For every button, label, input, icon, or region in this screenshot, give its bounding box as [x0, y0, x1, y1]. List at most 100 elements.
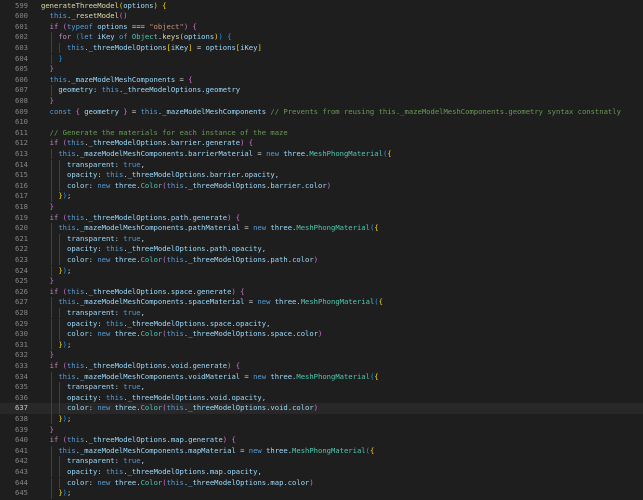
- line-number: 641: [15, 445, 28, 455]
- code-token: new: [97, 477, 111, 487]
- code-line[interactable]: 601 if (typeof options === "object") {: [0, 22, 643, 33]
- code-token: iKey: [170, 42, 189, 52]
- code-line[interactable]: 645});: [0, 488, 643, 499]
- code-line[interactable]: 639}: [0, 425, 643, 436]
- code-token: void: [170, 360, 189, 370]
- indent-guide: [50, 382, 52, 393]
- code-line[interactable]: 632}: [0, 350, 643, 361]
- line-number: 626: [15, 286, 28, 296]
- code-line[interactable]: 621 transparent: true,: [0, 233, 643, 245]
- indent-guide: [50, 371, 52, 383]
- code-token: this: [105, 170, 124, 180]
- code-token: three: [114, 180, 137, 190]
- code-line[interactable]: 604}: [0, 53, 643, 65]
- code-token: ,: [140, 159, 145, 169]
- code-line[interactable]: 624});: [0, 265, 643, 277]
- code-text: this._mazeModelMeshComponents.spaceMater…: [58, 297, 383, 308]
- code-token: _mazeModelMeshComponents: [79, 445, 184, 455]
- code-line[interactable]: 620 this._mazeModelMeshComponents.pathMat…: [0, 223, 643, 234]
- code-token: this: [166, 477, 184, 487]
- code-token: color: [67, 329, 89, 339]
- code-token: :: [114, 159, 124, 169]
- code-line[interactable]: 642 transparent: true,: [0, 456, 643, 467]
- code-line[interactable]: 628 transparent: true,: [0, 307, 643, 319]
- code-line[interactable]: 636 opacity: this._threeModelOptions.void…: [0, 392, 643, 404]
- code-line[interactable]: 616 color: new three.Color(this._threeMod…: [0, 180, 643, 192]
- code-line[interactable]: 644 color: new three.Color(this._threeMod…: [0, 477, 643, 489]
- code-line[interactable]: 629 opacity: this._threeModelOptions.spac…: [0, 318, 643, 330]
- line-number: 633: [15, 360, 28, 370]
- code-text: transparent: true,: [67, 234, 145, 245]
- code-line[interactable]: 637 color: new three.Color(this._threeMod…: [0, 403, 643, 414]
- line-number: 616: [15, 180, 28, 190]
- code-line[interactable]: 638});: [0, 413, 643, 425]
- code-line[interactable]: 635 transparent: true,: [0, 382, 643, 393]
- code-line[interactable]: 600 this._resetModel(): [0, 11, 643, 22]
- code-line[interactable]: 622 opacity: this._threeModelOptions.path…: [0, 244, 643, 255]
- code-line[interactable]: 599 generateThreeModel(options) {: [0, 1, 643, 12]
- code-line[interactable]: 614 transparent: true,: [0, 159, 643, 171]
- code-line[interactable]: 643 opacity: this._threeModelOptions.map.…: [0, 466, 643, 478]
- code-line[interactable]: 603 this._threeModelOptions[iKey] = optio…: [0, 42, 643, 54]
- code-line[interactable]: 633 if (this._threeModelOptions.void.gene…: [0, 361, 643, 372]
- code-token: this: [49, 74, 67, 84]
- code-line[interactable]: 640 if (this._threeModelOptions.map.gener…: [0, 435, 643, 446]
- code-token: generateThreeModel: [41, 0, 119, 10]
- code-line[interactable]: 618}: [0, 202, 643, 213]
- indent-guide: [50, 254, 52, 266]
- code-line[interactable]: 634 this._mazeModelMeshComponents.voidMat…: [0, 371, 643, 383]
- line-number: 636: [15, 392, 28, 402]
- code-token: ): [326, 180, 332, 190]
- code-line[interactable]: 625}: [0, 276, 643, 287]
- line-number: 610: [15, 117, 28, 127]
- code-line[interactable]: 610: [0, 117, 643, 128]
- code-text: color: new three.Color(this._threeModelO…: [67, 403, 318, 414]
- code-token: _mazeModelMeshComponents: [162, 106, 267, 116]
- code-token: this: [166, 180, 184, 190]
- indent-guide: [59, 403, 61, 414]
- code-line[interactable]: 623 color: new three.Color(this._threeMod…: [0, 254, 643, 266]
- line-number: 635: [15, 382, 28, 392]
- line-number: 609: [15, 106, 28, 116]
- code-line[interactable]: 613 this._mazeModelMeshComponents.barrier…: [0, 148, 643, 160]
- code-token: let: [79, 32, 93, 42]
- code-token: new: [97, 329, 111, 339]
- code-token: generate: [196, 286, 232, 296]
- code-editor[interactable]: 599 generateThreeModel(options) {600 this.…: [0, 0, 643, 500]
- code-line[interactable]: 612 if (this._threeModelOptions.barrier.g…: [0, 138, 643, 149]
- indent-guide: [50, 307, 52, 319]
- code-line[interactable]: 605}: [0, 64, 643, 75]
- indent-guide: [50, 244, 52, 255]
- code-line[interactable]: 615 opacity: this._threeModelOptions.barr…: [0, 170, 643, 181]
- code-line[interactable]: 606 this._mazeModelMeshComponents = {: [0, 75, 643, 86]
- code-token: this: [105, 244, 124, 254]
- code-token: }: [49, 276, 54, 286]
- code-line[interactable]: 630 color: new three.Color(this._threeMod…: [0, 329, 643, 340]
- code-token: this: [58, 297, 76, 307]
- code-line[interactable]: 611 // Generate the materials for each in…: [0, 128, 643, 139]
- code-token: transparent: [67, 382, 115, 392]
- code-line[interactable]: 607 geometry: this._threeModelOptions.geo…: [0, 85, 643, 96]
- indent-guide: [50, 488, 52, 499]
- code-token: three: [266, 445, 288, 455]
- code-token: ;: [67, 191, 72, 201]
- code-token: this: [105, 392, 124, 402]
- code-line[interactable]: 617});: [0, 191, 643, 202]
- code-token: _threeModelOptions: [188, 329, 267, 339]
- code-token: true: [123, 382, 141, 392]
- code-line[interactable]: 602 for (let iKey of Object.keys(options)…: [0, 32, 643, 43]
- code-line[interactable]: 641 this._mazeModelMeshComponents.mapMate…: [0, 445, 643, 457]
- line-number: 613: [15, 148, 28, 158]
- code-line[interactable]: 627 this._mazeModelMeshComponents.spaceMa…: [0, 297, 643, 308]
- code-text: if (this._threeModelOptions.void.generat…: [50, 361, 240, 372]
- code-line[interactable]: 631});: [0, 339, 643, 351]
- code-line[interactable]: 626 if (this._threeModelOptions.space.gen…: [0, 287, 643, 298]
- code-line[interactable]: 619 if (this._threeModelOptions.path.gene…: [0, 213, 643, 224]
- line-number: 601: [15, 21, 28, 31]
- code-text: const { geometry } = this._mazeModelMesh…: [50, 107, 621, 118]
- code-line[interactable]: 609 const { geometry } = this._mazeModelM…: [0, 107, 643, 118]
- code-line[interactable]: 608}: [0, 96, 643, 107]
- code-token: ): [313, 403, 319, 413]
- indent-guide: [59, 244, 61, 255]
- code-token: Color: [140, 180, 163, 190]
